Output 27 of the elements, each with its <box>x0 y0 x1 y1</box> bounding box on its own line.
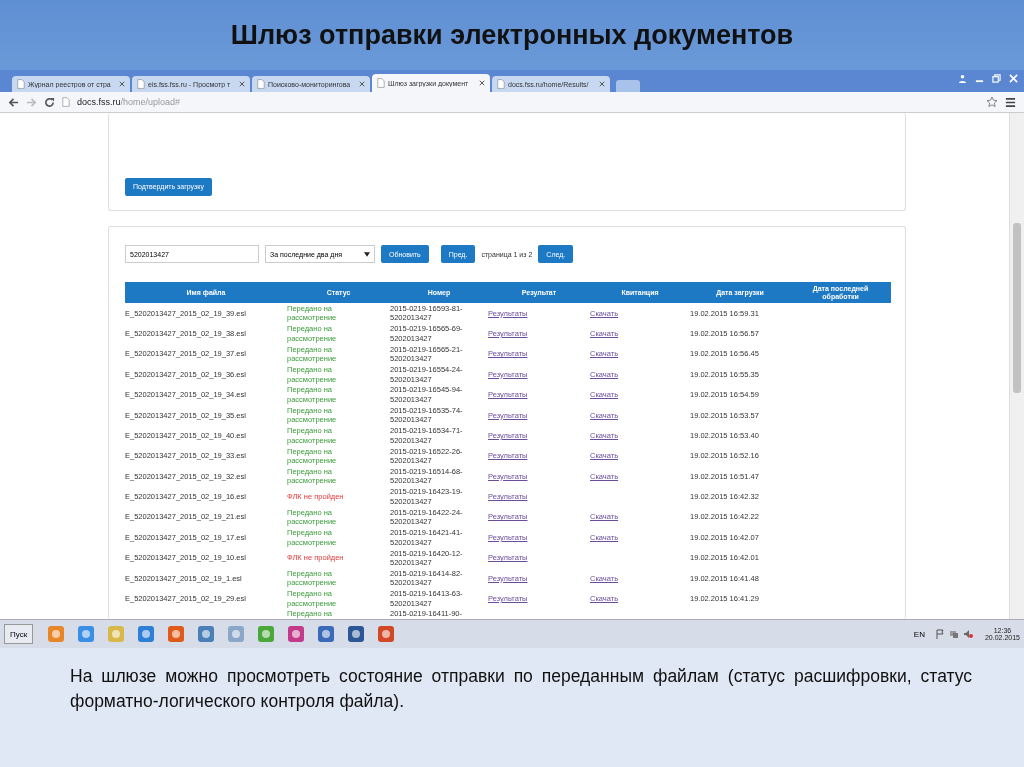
page-icon <box>62 97 70 107</box>
page-icon <box>497 79 505 89</box>
reload-icon[interactable] <box>44 96 55 108</box>
close-icon[interactable] <box>239 81 245 87</box>
close-icon[interactable] <box>479 80 485 86</box>
flag-icon[interactable] <box>934 629 945 639</box>
start-button[interactable]: Пуск <box>4 624 34 644</box>
user-icon[interactable] <box>958 73 967 83</box>
language-indicator[interactable]: EN <box>913 629 925 639</box>
menu-icon[interactable] <box>1005 96 1016 108</box>
page-icon <box>257 79 265 89</box>
dropdown-caret-icon <box>364 251 370 257</box>
page-icon <box>17 79 25 89</box>
back-icon[interactable] <box>8 96 19 108</box>
page-icon <box>377 78 385 88</box>
close-icon[interactable] <box>119 81 125 87</box>
scrollbar-thumb[interactable] <box>1013 223 1021 393</box>
maximize-icon[interactable] <box>992 73 1001 83</box>
star-icon[interactable] <box>986 96 998 108</box>
scrollbar[interactable] <box>1009 113 1024 619</box>
network-icon[interactable] <box>948 629 959 639</box>
close-icon[interactable] <box>599 81 605 87</box>
slide-caption: На шлюзе можно просмотреть состояние отправки по переданным файлам (статус расшифровки, статус форматно-логического контроля файла). <box>70 665 972 713</box>
close-icon[interactable] <box>359 81 365 87</box>
slide-title: Шлюз отправки электронных документов <box>230 19 794 51</box>
page-icon <box>137 79 145 89</box>
volume-icon[interactable] <box>962 629 973 639</box>
